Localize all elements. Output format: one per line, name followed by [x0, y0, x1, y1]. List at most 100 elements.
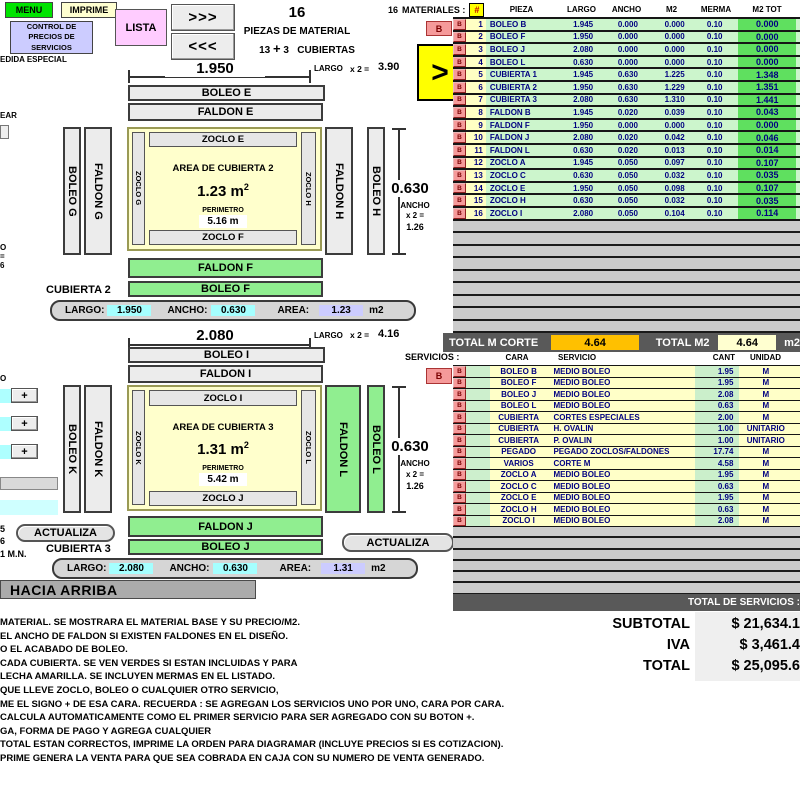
bar-faldon-i[interactable]: FALDON I	[128, 365, 323, 383]
row-b-button[interactable]: B	[453, 19, 466, 30]
row-b-button[interactable]: B	[453, 145, 466, 156]
cubierta3-fields-bar: LARGO: 2.080 ANCHO: 0.630 AREA: 1.31 m2	[52, 558, 418, 579]
row-b-button[interactable]: B	[453, 458, 466, 469]
services-b-button[interactable]: B	[426, 368, 452, 384]
row-b-button[interactable]: B	[453, 183, 466, 194]
lista-button[interactable]: LISTA	[115, 9, 167, 46]
row-b-button[interactable]: B	[453, 95, 466, 106]
row-b-button[interactable]: B	[453, 44, 466, 55]
bar-zoclo-h[interactable]: ZOCLO H	[301, 132, 316, 245]
largo-field-value[interactable]: 2.080	[109, 563, 153, 574]
row-b-button[interactable]: B	[453, 82, 466, 93]
bar-label: ZOCLO K	[134, 431, 143, 465]
material-pieza: ZOCLO C	[486, 170, 561, 181]
row-b-button[interactable]: B	[453, 435, 466, 446]
row-b-button[interactable]: B	[453, 378, 466, 389]
left-field-1[interactable]	[0, 389, 11, 403]
material-m2: 0.039	[650, 107, 695, 118]
material-ancho: 0.000	[605, 32, 650, 43]
row-b-button[interactable]: B	[453, 401, 466, 412]
bar-boleo-j[interactable]: BOLEO J	[128, 539, 323, 555]
row-b-button[interactable]: B	[453, 493, 466, 504]
imprime-button[interactable]: IMPRIME	[61, 2, 117, 18]
row-b-button[interactable]: B	[453, 107, 466, 118]
totals-bar: TOTAL M CORTE 4.64 TOTAL M2 4.64 m2	[443, 333, 800, 352]
bar-faldon-l[interactable]: FALDON L	[325, 385, 361, 513]
bar-label: FALDON L	[337, 422, 349, 477]
dim-tick	[309, 70, 311, 83]
actualiza-button-right[interactable]: ACTUALIZA	[342, 533, 454, 552]
bar-faldon-e[interactable]: FALDON E	[128, 103, 323, 121]
control-precios-button[interactable]: CONTROL DE PRECIOS DE SERVICIOS	[10, 21, 93, 54]
ancho-field-value[interactable]: 0.630	[213, 563, 257, 574]
add-service-button-1[interactable]: +	[11, 388, 38, 403]
bar-faldon-j[interactable]: FALDON J	[128, 516, 323, 537]
row-b-button[interactable]: B	[453, 132, 466, 143]
bar-zoclo-i[interactable]: ZOCLO I	[149, 390, 297, 406]
service-row-strip	[466, 458, 490, 469]
actualiza-button-left[interactable]: ACTUALIZA	[16, 524, 115, 542]
bar-faldon-f[interactable]: FALDON F	[128, 258, 323, 278]
left-field-3[interactable]	[0, 445, 11, 459]
bar-zoclo-k[interactable]: ZOCLO K	[132, 390, 145, 505]
row-b-button[interactable]: B	[453, 366, 466, 377]
service-cara: ZOCLO C	[490, 481, 548, 492]
row-b-button[interactable]: B	[453, 32, 466, 43]
menu-button[interactable]: MENU	[5, 2, 53, 18]
left-cyan-field[interactable]	[0, 500, 58, 515]
materials-b-button[interactable]: B	[426, 21, 452, 36]
row-b-button[interactable]: B	[453, 447, 466, 458]
bar-boleo-i[interactable]: BOLEO I	[128, 347, 325, 363]
row-b-button[interactable]: B	[453, 158, 466, 169]
row-b-button[interactable]: B	[453, 412, 466, 423]
service-row-strip-end	[792, 481, 800, 492]
bar-zoclo-e[interactable]: ZOCLO E	[149, 132, 297, 147]
row-b-button[interactable]: B	[453, 516, 466, 527]
service-cara: ZOCLO I	[490, 516, 548, 527]
cubierta3-label: CUBIERTA 3	[46, 543, 111, 555]
service-unidad: M	[739, 401, 792, 412]
bar-faldon-k[interactable]: FALDON K	[84, 385, 112, 513]
row-b-button[interactable]: B	[453, 69, 466, 80]
instruction-line: CALCULA AUTOMATICAMENTE COMO EL PRIMER S…	[0, 711, 800, 725]
material-row-num: 14	[466, 183, 486, 194]
material-largo: 2.080	[560, 208, 605, 219]
row-b-button[interactable]: B	[453, 120, 466, 131]
prev-button[interactable]: <<<	[171, 33, 235, 60]
bar-zoclo-g[interactable]: ZOCLO G	[132, 132, 145, 245]
row-b-button[interactable]: B	[453, 389, 466, 400]
largo-field-value[interactable]: 1.950	[107, 305, 151, 316]
bar-zoclo-j[interactable]: ZOCLO J	[149, 491, 297, 506]
bar-boleo-e[interactable]: BOLEO E	[128, 85, 325, 101]
row-b-button[interactable]: B	[453, 170, 466, 181]
row-b-button[interactable]: B	[453, 424, 466, 435]
bar-boleo-f[interactable]: BOLEO F	[128, 281, 323, 297]
row-b-button[interactable]: B	[453, 504, 466, 515]
service-cara: CUBIERTA	[490, 435, 548, 446]
materials-empty-rows	[453, 221, 800, 333]
material-ancho: 0.050	[605, 208, 650, 219]
row-b-button[interactable]: B	[453, 470, 466, 481]
bar-zoclo-f[interactable]: ZOCLO F	[149, 230, 297, 245]
ancho-field-label: ANCHO:	[169, 563, 209, 574]
add-service-button-2[interactable]: +	[11, 416, 38, 431]
row-b-button[interactable]: B	[453, 481, 466, 492]
hacia-arriba-button[interactable]: HACIA ARRIBA	[0, 580, 256, 599]
bar-boleo-l[interactable]: BOLEO L	[367, 385, 385, 513]
bar-faldon-h[interactable]: FALDON H	[325, 127, 353, 255]
bar-boleo-h[interactable]: BOLEO H	[367, 127, 385, 255]
row-b-button[interactable]: B	[453, 208, 466, 219]
service-row: BZOCLO EMEDIO BOLEO1.95M	[453, 493, 800, 505]
bar-boleo-g[interactable]: BOLEO G	[63, 127, 81, 255]
service-cara: CUBIERTA	[490, 424, 548, 435]
left-field-2[interactable]	[0, 417, 11, 431]
material-m2: 1.225	[650, 69, 695, 80]
row-b-button[interactable]: B	[453, 57, 466, 68]
bar-zoclo-l[interactable]: ZOCLO L	[301, 390, 316, 505]
add-service-button-3[interactable]: +	[11, 444, 38, 459]
bar-boleo-k[interactable]: BOLEO K	[63, 385, 81, 513]
next-button[interactable]: >>>	[171, 4, 235, 31]
ancho-field-value[interactable]: 0.630	[211, 305, 255, 316]
row-b-button[interactable]: B	[453, 195, 466, 206]
bar-faldon-g[interactable]: FALDON G	[84, 127, 112, 255]
